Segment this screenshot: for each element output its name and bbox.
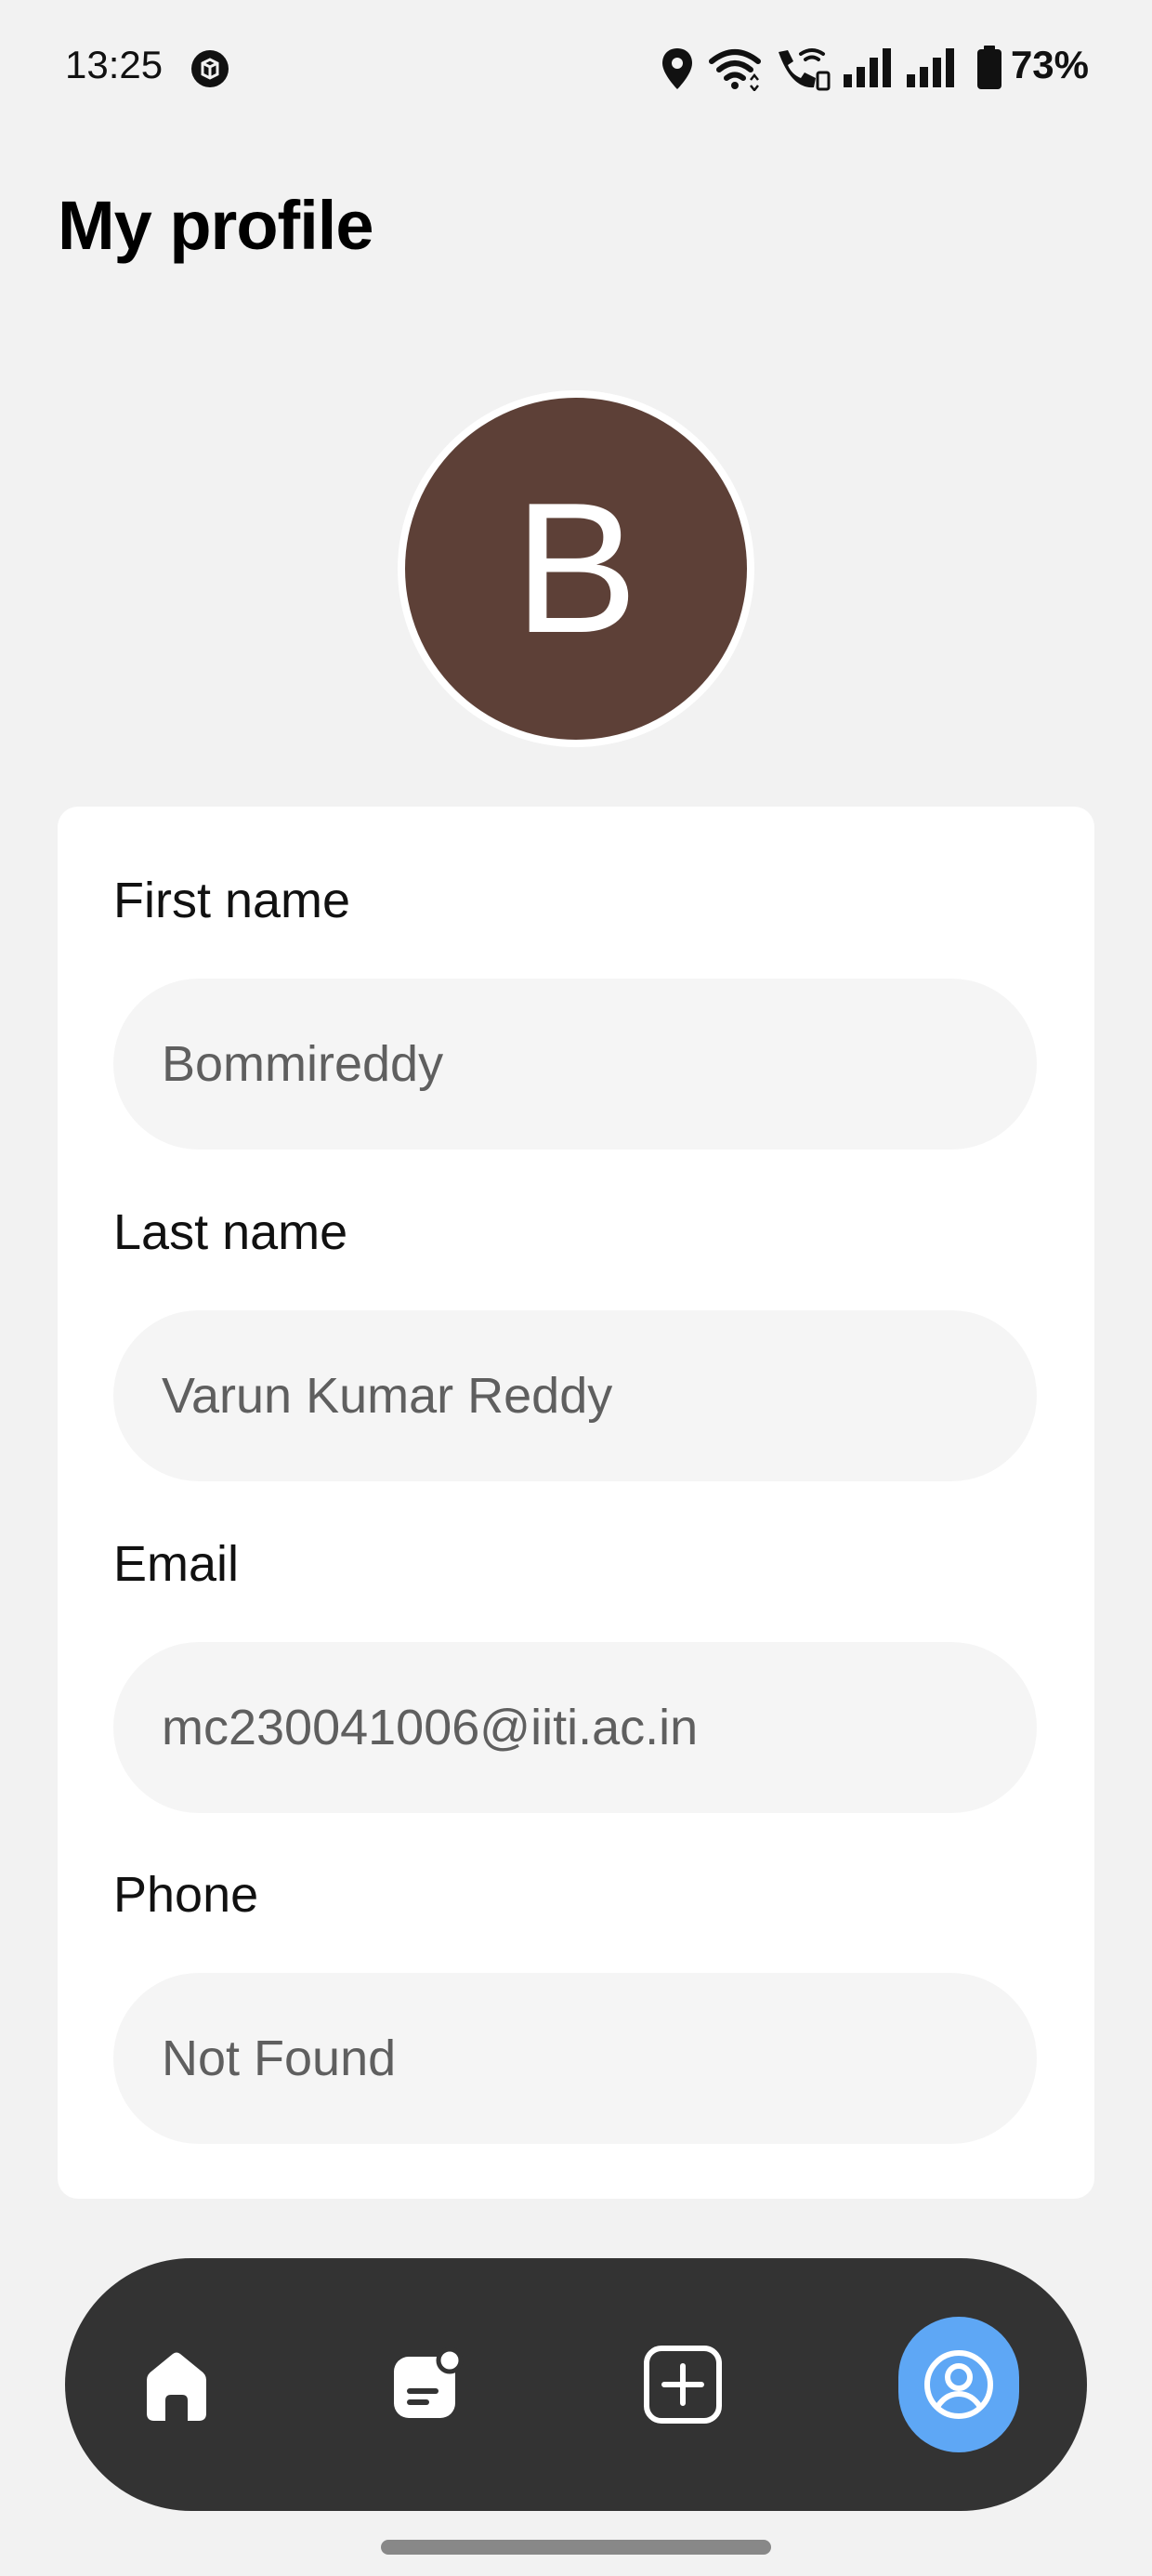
bottom-navigation xyxy=(65,2258,1087,2511)
avatar-initial: B xyxy=(405,398,747,740)
home-icon xyxy=(147,2352,206,2421)
notes-icon xyxy=(394,2347,464,2418)
phone-label: Phone xyxy=(113,1867,259,1923)
last-name-field[interactable]: Varun Kumar Reddy xyxy=(113,1310,1037,1481)
nav-profile-button[interactable] xyxy=(898,2317,1019,2452)
first-name-label: First name xyxy=(113,873,351,928)
email-label: Email xyxy=(113,1536,240,1592)
home-indicator[interactable] xyxy=(381,2540,771,2555)
page-title: My profile xyxy=(58,187,373,264)
location-icon xyxy=(662,48,692,89)
first-name-field[interactable]: Bommireddy xyxy=(113,979,1037,1150)
profile-card: First name Bommireddy Last name Varun Ku… xyxy=(58,807,1094,2199)
signal-icon xyxy=(844,48,891,87)
nav-home-button[interactable] xyxy=(130,2338,223,2431)
status-bar: 13:25 73% xyxy=(0,0,1152,139)
app-notification-icon xyxy=(191,50,229,87)
battery-percentage: 73% xyxy=(1010,43,1089,86)
signal-icon xyxy=(907,48,954,87)
wifi-icon xyxy=(709,49,761,91)
email-field[interactable]: mc230041006@iiti.ac.in xyxy=(113,1642,1037,1813)
last-name-label: Last name xyxy=(113,1204,348,1260)
avatar[interactable]: B xyxy=(398,390,754,747)
battery-icon xyxy=(977,46,1001,89)
wifi-calling-icon xyxy=(779,48,831,91)
nav-add-button[interactable] xyxy=(636,2338,729,2431)
nav-notes-button[interactable] xyxy=(381,2338,474,2431)
phone-field[interactable]: Not Found xyxy=(113,1973,1037,2144)
profile-icon xyxy=(924,2350,993,2419)
status-time: 13:25 xyxy=(65,43,164,86)
add-icon xyxy=(644,2346,722,2424)
